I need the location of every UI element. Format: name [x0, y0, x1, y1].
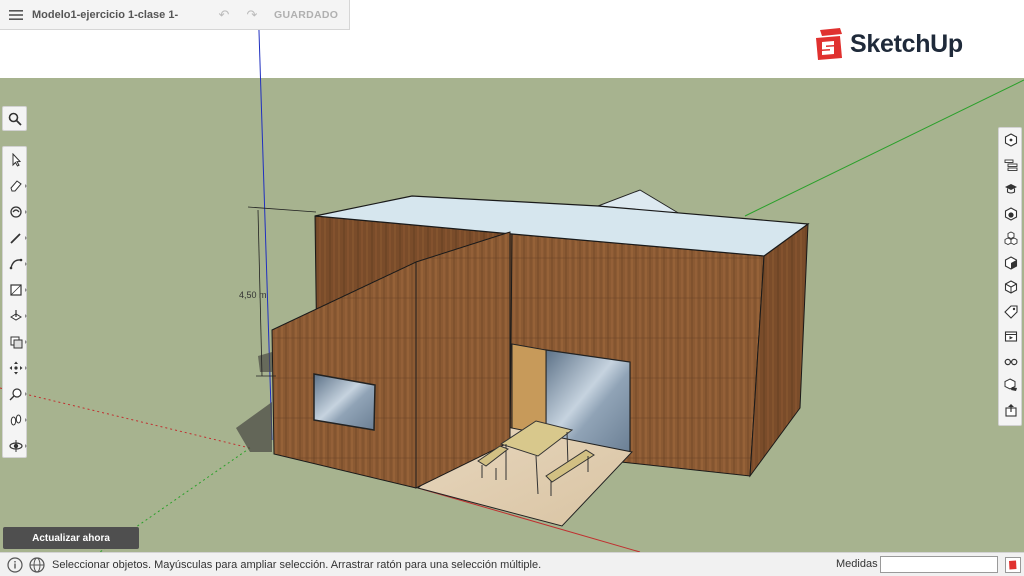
arc-tool[interactable]: [3, 251, 28, 277]
search-button[interactable]: [2, 106, 27, 131]
tape-measure-tool[interactable]: [3, 381, 28, 407]
components-icon: [1004, 231, 1018, 246]
eraser-icon: [9, 180, 22, 192]
model-viewport[interactable]: 4,50 m: [0, 0, 1024, 576]
paint-bucket-icon: [9, 206, 22, 218]
layers-button[interactable]: [999, 275, 1023, 300]
dimension-label[interactable]: 4,50 m: [239, 290, 267, 300]
save-status: GUARDADO: [274, 8, 339, 21]
left-toolbar: [2, 146, 27, 458]
eraser-tool[interactable]: [3, 173, 28, 199]
sketchup-logo: SketchUp: [814, 26, 963, 62]
orbit-icon: [8, 440, 23, 452]
materials-button[interactable]: [999, 202, 1023, 227]
rectangle-tool[interactable]: [3, 277, 28, 303]
sketchup-small-icon: [1004, 556, 1021, 573]
materials-icon: [1004, 207, 1018, 221]
orbit-tool[interactable]: [3, 433, 28, 459]
tags-icon: [1004, 305, 1018, 319]
scenes-button[interactable]: [999, 324, 1023, 349]
styles-button[interactable]: [999, 251, 1023, 276]
entity-info-button[interactable]: [999, 128, 1023, 153]
offset-icon: [10, 336, 22, 349]
arc-icon: [9, 258, 22, 270]
outliner-button[interactable]: [999, 153, 1023, 178]
export-icon: [1005, 403, 1017, 417]
walk-icon: [10, 414, 21, 426]
title-bar: Modelo1-ejercicio 1-clase 1- ↶ ↷ GUARDAD…: [0, 0, 350, 30]
select-tool[interactable]: [3, 147, 28, 173]
globe-icon[interactable]: [26, 554, 48, 576]
search-icon: [8, 112, 22, 126]
shadows-button[interactable]: [999, 373, 1023, 398]
undo-icon[interactable]: ↶: [210, 7, 238, 23]
update-now-button[interactable]: Actualizar ahora: [3, 527, 139, 549]
scenes-icon: [1004, 331, 1018, 342]
outliner-icon: [1004, 159, 1018, 171]
document-title[interactable]: Modelo1-ejercicio 1-clase 1-: [32, 9, 210, 21]
push-pull-tool[interactable]: [3, 303, 28, 329]
instructor-button[interactable]: [999, 177, 1023, 202]
redo-icon[interactable]: ↷: [238, 7, 266, 23]
3d-scene[interactable]: 4,50 m: [0, 0, 1024, 576]
menu-icon[interactable]: [0, 0, 32, 30]
measurements-label: Medidas: [836, 558, 878, 570]
export-button[interactable]: [999, 398, 1023, 423]
instructor-icon: [1005, 184, 1017, 194]
styles-icon: [1004, 256, 1018, 270]
entity-info-icon: [1004, 133, 1018, 147]
tags-button[interactable]: [999, 300, 1023, 325]
brand-name: SketchUp: [850, 29, 963, 58]
status-bar: Seleccionar objetos. Mayúsculas para amp…: [0, 552, 1024, 576]
components-button[interactable]: [999, 226, 1023, 251]
info-icon[interactable]: [4, 554, 26, 576]
rectangle-icon: [9, 284, 22, 296]
offset-tool[interactable]: [3, 329, 28, 355]
move-tool[interactable]: [3, 355, 28, 381]
sketchup-menu-button[interactable]: [1003, 555, 1022, 574]
status-message: Seleccionar objetos. Mayúsculas para amp…: [52, 558, 542, 571]
sketchup-logo-icon: [816, 28, 842, 60]
pencil-tool[interactable]: [3, 225, 28, 251]
layers-icon: [1004, 280, 1018, 294]
right-panel-toolbar: [998, 127, 1022, 426]
push-pull-icon: [9, 310, 22, 321]
info-circle-icon: [7, 556, 23, 573]
move-icon: [9, 361, 22, 375]
select-icon: [12, 153, 21, 167]
tape-measure-icon: [9, 388, 22, 401]
pencil-icon: [9, 233, 21, 244]
measurements-input[interactable]: [880, 556, 998, 573]
paint-bucket-tool[interactable]: [3, 199, 28, 225]
geo-location-icon: [29, 556, 45, 573]
display-button[interactable]: [999, 349, 1023, 374]
shadows-icon: [1004, 378, 1017, 392]
display-icon: [1004, 358, 1018, 365]
walk-tool[interactable]: [3, 407, 28, 433]
